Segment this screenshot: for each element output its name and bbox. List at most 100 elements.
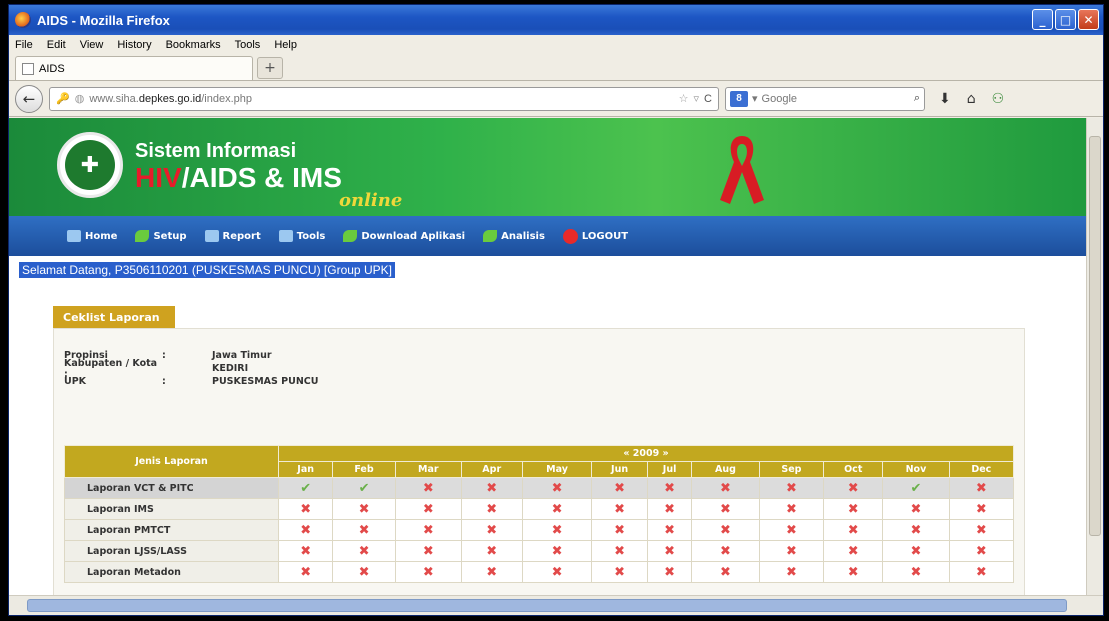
status-cell[interactable]: ✔ — [332, 477, 396, 499]
tab-aids[interactable]: AIDS — [15, 56, 253, 80]
home-icon[interactable]: ⌂ — [967, 91, 976, 107]
search-engine-dropdown-icon[interactable]: ▾ — [752, 92, 758, 105]
status-cell[interactable]: ✖ — [646, 498, 693, 520]
status-cell[interactable]: ✖ — [646, 540, 693, 562]
status-cell[interactable]: ✔ — [882, 477, 950, 499]
status-cell[interactable]: ✖ — [591, 540, 648, 562]
status-cell[interactable]: ✖ — [691, 561, 760, 583]
menu-bookmarks[interactable]: Bookmarks — [166, 39, 221, 51]
status-cell[interactable]: ✖ — [646, 519, 693, 541]
year-selector[interactable]: « 2009 » — [278, 445, 1014, 462]
status-cell[interactable]: ✖ — [332, 561, 396, 583]
menu-file[interactable]: File — [15, 39, 33, 51]
status-cell[interactable]: ✖ — [823, 498, 884, 520]
minimize-button[interactable]: _ — [1032, 9, 1053, 30]
status-cell[interactable]: ✖ — [521, 540, 593, 562]
address-bar[interactable]: 🔑 ◍ www.siha.depkes.go.id/index.php ☆ ▿ … — [49, 86, 719, 111]
search-bar[interactable]: 8 ▾ Google ⌕ — [725, 86, 925, 111]
status-cell[interactable]: ✖ — [277, 498, 334, 520]
status-cell[interactable]: ✖ — [332, 540, 396, 562]
status-cell[interactable]: ✖ — [591, 519, 648, 541]
status-cell[interactable]: ✖ — [758, 477, 825, 499]
dropdown-icon[interactable]: ▿ — [694, 92, 700, 105]
status-cell[interactable]: ✖ — [948, 519, 1015, 541]
status-cell[interactable]: ✖ — [521, 498, 593, 520]
status-cell[interactable]: ✖ — [882, 561, 950, 583]
info-value: KEDIRI — [212, 363, 249, 374]
google-engine-icon[interactable]: 8 — [730, 90, 748, 107]
status-cell[interactable]: ✖ — [758, 540, 825, 562]
menu-view[interactable]: View — [80, 39, 104, 51]
back-button[interactable]: ← — [15, 84, 43, 113]
status-cell[interactable]: ✖ — [823, 561, 884, 583]
horizontal-scrollbar[interactable] — [9, 595, 1103, 615]
status-cell[interactable]: ✖ — [691, 540, 760, 562]
nav-download[interactable]: Download Aplikasi — [343, 230, 465, 242]
status-cell[interactable]: ✖ — [460, 519, 523, 541]
status-cell[interactable]: ✖ — [277, 540, 334, 562]
nav-home[interactable]: Home — [67, 230, 117, 242]
status-cell[interactable]: ✖ — [591, 477, 648, 499]
horizontal-scroll-thumb[interactable] — [27, 599, 1067, 612]
status-cell[interactable]: ✖ — [277, 561, 334, 583]
status-cell[interactable]: ✖ — [460, 561, 523, 583]
status-cell[interactable]: ✖ — [460, 477, 523, 499]
table-row: Laporan IMS ✖ ✖ ✖ ✖ ✖ ✖ ✖ ✖ ✖ ✖ ✖ ✖ — [64, 498, 1015, 520]
status-cell[interactable]: ✖ — [277, 519, 334, 541]
status-cell[interactable]: ✖ — [948, 561, 1015, 583]
status-cell[interactable]: ✖ — [691, 519, 760, 541]
panel-tab-ceklist[interactable]: Ceklist Laporan — [53, 306, 175, 328]
status-cell[interactable]: ✖ — [521, 477, 593, 499]
status-cell[interactable]: ✖ — [948, 498, 1015, 520]
status-cell[interactable]: ✖ — [691, 498, 760, 520]
status-cell[interactable]: ✖ — [394, 519, 462, 541]
status-cell[interactable]: ✖ — [646, 477, 693, 499]
status-cell[interactable]: ✖ — [591, 498, 648, 520]
bookmark-star-icon[interactable]: ☆ — [679, 92, 689, 105]
status-cell[interactable]: ✖ — [460, 498, 523, 520]
status-cell[interactable]: ✖ — [758, 498, 825, 520]
status-cell[interactable]: ✖ — [882, 540, 950, 562]
status-cell[interactable]: ✖ — [823, 540, 884, 562]
search-icon[interactable]: ⌕ — [914, 92, 920, 105]
status-cell[interactable]: ✖ — [460, 540, 523, 562]
status-cell[interactable]: ✖ — [332, 519, 396, 541]
menu-history[interactable]: History — [117, 39, 151, 51]
new-tab-button[interactable]: + — [257, 57, 283, 79]
menu-help[interactable]: Help — [274, 39, 297, 51]
status-cell[interactable]: ✖ — [521, 519, 593, 541]
status-cell[interactable]: ✖ — [758, 561, 825, 583]
status-cell[interactable]: ✖ — [521, 561, 593, 583]
status-cell[interactable]: ✖ — [823, 519, 884, 541]
status-cell[interactable]: ✖ — [394, 477, 462, 499]
nav-setup[interactable]: Setup — [135, 230, 187, 242]
status-cell[interactable]: ✖ — [948, 540, 1015, 562]
status-cell[interactable]: ✖ — [882, 498, 950, 520]
nav-report[interactable]: Report — [204, 230, 261, 242]
identity-icon[interactable]: 🔑 — [56, 92, 70, 105]
menu-edit[interactable]: Edit — [47, 39, 66, 51]
vertical-scroll-thumb[interactable] — [1089, 136, 1101, 536]
nav-tools[interactable]: Tools — [278, 230, 325, 242]
status-cell[interactable]: ✖ — [646, 561, 693, 583]
status-cell[interactable]: ✖ — [394, 561, 462, 583]
maximize-button[interactable]: □ — [1055, 9, 1076, 30]
status-cell[interactable]: ✖ — [591, 561, 648, 583]
status-cell[interactable]: ✖ — [332, 498, 396, 520]
status-cell[interactable]: ✖ — [394, 540, 462, 562]
status-cell[interactable]: ✖ — [758, 519, 825, 541]
vertical-scrollbar[interactable] — [1086, 118, 1103, 596]
close-button[interactable]: ✕ — [1078, 9, 1099, 30]
status-cell[interactable]: ✔ — [277, 477, 334, 499]
status-cell[interactable]: ✖ — [948, 477, 1015, 499]
status-cell[interactable]: ✖ — [691, 477, 760, 499]
download-icon[interactable]: ⬇ — [939, 91, 951, 107]
status-cell[interactable]: ✖ — [882, 519, 950, 541]
nav-analisis[interactable]: Analisis — [483, 230, 545, 242]
addon-icon[interactable]: ⚇ — [992, 91, 1005, 107]
reload-icon[interactable]: C — [704, 93, 712, 105]
status-cell[interactable]: ✖ — [823, 477, 884, 499]
nav-logout[interactable]: LOGOUT — [562, 228, 628, 244]
status-cell[interactable]: ✖ — [394, 498, 462, 520]
menu-tools[interactable]: Tools — [235, 39, 261, 51]
